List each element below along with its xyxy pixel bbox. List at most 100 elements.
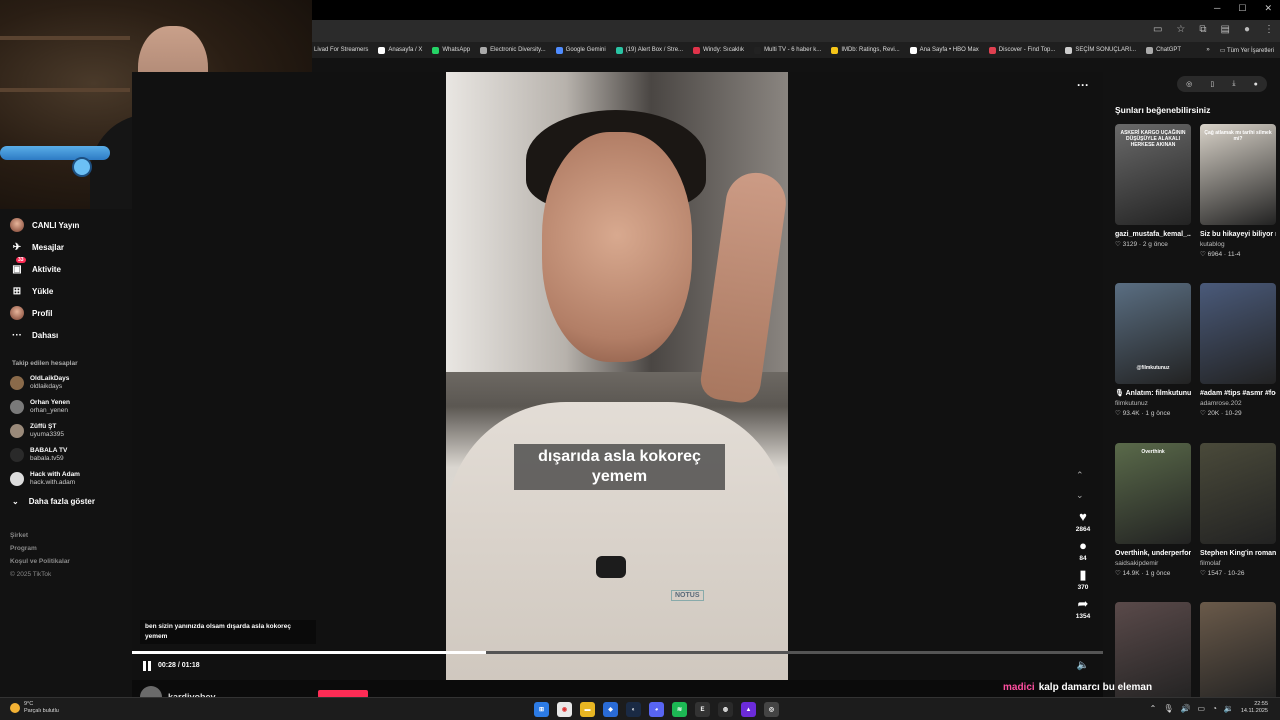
cast-icon[interactable]: ▭: [1153, 24, 1162, 35]
menu-icon[interactable]: ⋮: [1264, 24, 1274, 35]
discord-icon[interactable]: ◕: [649, 702, 664, 717]
minimize-icon[interactable]: ─: [1214, 3, 1220, 14]
sidebar-item-upload[interactable]: ⊞ Yükle: [10, 284, 54, 298]
spotify-icon[interactable]: ≋: [672, 702, 687, 717]
bookmarks-more-button[interactable]: »: [1206, 47, 1209, 53]
maximize-icon[interactable]: ☐: [1238, 3, 1246, 14]
all-bookmarks-button[interactable]: ▭ Tüm Yer İşaretleri: [1220, 47, 1274, 54]
speed-icon[interactable]: ◎: [1186, 80, 1192, 88]
card-meta: ♡ 20K · 10-29: [1200, 410, 1242, 417]
followed-account[interactable]: Züffü ŞT uyuma3395: [10, 423, 64, 439]
bookmark-item[interactable]: Anasayfa / X: [378, 46, 423, 54]
comment-action[interactable]: ● 84: [1068, 539, 1098, 563]
sidebar-item-more[interactable]: ··· Dahası: [10, 328, 58, 342]
like-action[interactable]: ♥ 2864: [1068, 510, 1098, 534]
followed-account[interactable]: OldLaikDays oldlaikdays: [10, 375, 69, 391]
recommended-video-card[interactable]: Stephen King'in romanından... filmolaf ♡ 1…: [1200, 443, 1276, 579]
footer-link[interactable]: Program: [10, 542, 70, 555]
more-icon: ···: [12, 329, 22, 341]
file-explorer-icon[interactable]: ▬: [580, 702, 595, 717]
avatar: [10, 472, 24, 486]
sidepanel-icon[interactable]: ▤: [1221, 24, 1230, 35]
followed-account[interactable]: BABALA TV babala.tv59: [10, 447, 67, 463]
bookmark-item[interactable]: Google Gemini: [555, 46, 606, 54]
footer-link[interactable]: Şirket: [10, 529, 70, 542]
more-options-icon[interactable]: ···: [1077, 78, 1089, 92]
followed-account[interactable]: Orhan Yenen orhan_yenen: [10, 399, 70, 415]
bookmark-item[interactable]: IMDb: Ratings, Revi...: [831, 46, 900, 54]
sidebar-item-activity[interactable]: ▣ 33 Aktivite: [10, 257, 61, 276]
recommended-video-card[interactable]: ASKERİ KARGO UÇAĞININ DÜŞÜŞÜYLE ALAKALI …: [1115, 124, 1191, 250]
share-action[interactable]: ➦ 1354: [1068, 596, 1098, 621]
video-thumbnail: ASKERİ KARGO UÇAĞININ DÜŞÜŞÜYLE ALAKALI …: [1115, 124, 1191, 225]
bookmark-label: Electronic Diversity...: [490, 47, 546, 53]
app-icon[interactable]: ◎: [764, 702, 779, 717]
tray-chevron-icon[interactable]: ⌃: [1150, 704, 1157, 713]
recommended-video-card[interactable]: Overthink Overthink, underperform... saids…: [1115, 443, 1191, 579]
next-video-icon[interactable]: ⌄: [1076, 490, 1084, 501]
footer-link[interactable]: Koşul ve Politikalar: [10, 555, 70, 568]
action-bar: ♥ 2864 ● 84 ▮ 370 ➦ 1354: [1068, 510, 1098, 626]
bookmark-item[interactable]: SEÇİM SONUÇLARI...: [1065, 46, 1137, 54]
save-action[interactable]: ▮ 370: [1068, 568, 1098, 592]
profile-avatar-icon[interactable]: ●: [1254, 81, 1258, 88]
volume-tray-icon[interactable]: 🔉: [1224, 704, 1234, 713]
bookmark-item[interactable]: Livad For Streamers: [314, 47, 368, 53]
bookmark-item[interactable]: Electronic Diversity...: [480, 46, 546, 54]
video-thumbnail: [1200, 283, 1276, 384]
battery-icon[interactable]: ▭: [1198, 704, 1206, 713]
app-icon[interactable]: ▲: [741, 702, 756, 717]
bookmark-label: SEÇİM SONUÇLARI...: [1075, 47, 1137, 53]
bookmark-item[interactable]: WhatsApp: [432, 46, 470, 54]
extensions-icon[interactable]: ⧉: [1199, 24, 1206, 35]
app-icon[interactable]: ◆: [603, 702, 618, 717]
account-username: orhan_yenen: [30, 407, 68, 414]
volume-icon[interactable]: 🔈: [1077, 660, 1089, 671]
recommended-video-card[interactable]: @filmkutunuz 🎙 Anlatım: filmkutunuz filmku…: [1115, 283, 1191, 419]
card-account: saidsakipdemir: [1115, 560, 1159, 567]
recommended-video-card[interactable]: [1200, 602, 1276, 703]
epic-games-icon[interactable]: E: [695, 702, 710, 717]
recommended-video-card[interactable]: #adam #tips #asmr #foodlover... adamrose.…: [1200, 283, 1276, 419]
mic-icon[interactable]: 🎙: [1163, 704, 1173, 713]
speaker-icon[interactable]: 🔊: [1181, 704, 1191, 713]
sidebar-item-profile[interactable]: Profil: [10, 306, 52, 320]
steam-icon[interactable]: ◐: [626, 702, 641, 717]
share-icon: ➦: [1077, 596, 1089, 611]
bookmark-item[interactable]: ChatGPT: [1146, 46, 1181, 54]
bookmark-item[interactable]: Ana Sayfa • HBO Max: [909, 46, 979, 54]
network-icon[interactable]: ◔: [1212, 704, 1217, 713]
download-icon[interactable]: ⤓: [1232, 80, 1235, 88]
sidebar-item-live[interactable]: CANLI Yayın: [10, 218, 79, 232]
card-title: #adam #tips #asmr #foodlover...: [1200, 390, 1276, 397]
bookmark-label: Anasayfa / X: [388, 47, 423, 53]
account-name: Züffü ŞT: [30, 423, 57, 430]
start-icon[interactable]: ⊞: [534, 702, 549, 717]
phone-icon[interactable]: ▯: [1210, 80, 1214, 88]
bookmark-item[interactable]: Multi TV - 6 haber k...: [754, 46, 821, 54]
video-face: [542, 132, 692, 362]
bookmark-item[interactable]: (19) Alert Box / Stre...: [615, 46, 683, 54]
sidebar-item-message[interactable]: ✈ Mesajlar: [10, 240, 64, 254]
progress-fill: [132, 651, 487, 654]
close-icon[interactable]: ✕: [1264, 3, 1272, 14]
clock[interactable]: 22:55 14.11.2025: [1241, 701, 1268, 715]
progress-bar[interactable]: [132, 651, 1103, 654]
obs-icon[interactable]: ◍: [718, 702, 733, 717]
recommended-video-card[interactable]: Çağ atlamak mı tarihi silmek mi? Siz bu h…: [1200, 124, 1276, 260]
video-player[interactable]: NOTUS dışarıda asla kokoreç yemem: [446, 72, 788, 680]
show-more-button[interactable]: ⌄ Daha fazla göster: [12, 497, 95, 506]
star-icon[interactable]: ☆: [1176, 24, 1185, 35]
bookmark-label: Livad For Streamers: [314, 47, 369, 53]
card-meta: ♡ 1547 · 10-26: [1200, 570, 1245, 577]
bookmark-item[interactable]: Windy: Sıcaklık: [693, 46, 744, 54]
weather-widget[interactable]: 9°C Parçalı bulutlu: [10, 701, 59, 715]
pause-icon[interactable]: [143, 661, 152, 671]
bookmark-item[interactable]: Discover - Find Top...: [988, 46, 1055, 54]
chrome-icon[interactable]: ◉: [557, 702, 572, 717]
chat-message: madici kalp damarcı bu eleman: [1003, 682, 1152, 693]
account-name: Hack with Adam: [30, 471, 80, 478]
followed-account[interactable]: Hack with Adam hack.with.adam: [10, 471, 80, 487]
prev-video-icon[interactable]: ⌃: [1076, 470, 1084, 481]
account-icon[interactable]: ●: [1244, 24, 1250, 35]
